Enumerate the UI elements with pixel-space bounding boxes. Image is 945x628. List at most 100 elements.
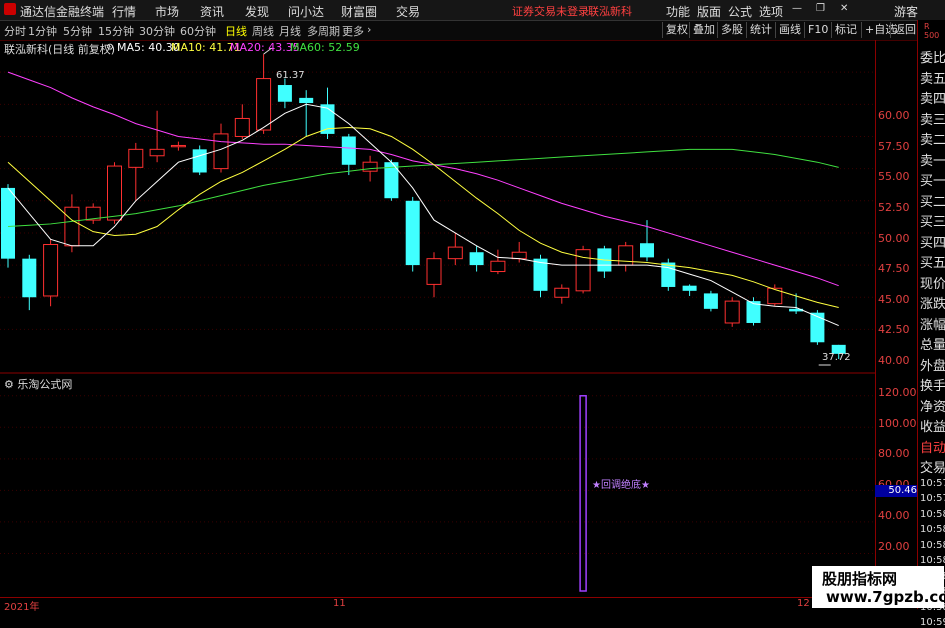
tab-1min[interactable]: 1分钟: [28, 23, 57, 39]
minimize-icon[interactable]: —: [792, 3, 802, 14]
date-axis: 2021年 11 12: [0, 597, 875, 613]
side-panel-label: 10:59: [920, 617, 945, 628]
grid-lines: [0, 71, 875, 554]
multi-stock-button[interactable]: 多股: [717, 22, 743, 38]
side-panel-label: 换手: [920, 379, 945, 394]
side-panel-label: 卖三: [920, 112, 945, 128]
price-tick: 57.50: [878, 140, 910, 153]
tab-monthly[interactable]: 月线: [279, 23, 301, 39]
side-panel-label: 10:58: [920, 508, 945, 520]
candle-body-down: [682, 285, 697, 291]
ma5-line: [7, 103, 839, 327]
sub-tick: 20.00: [878, 540, 910, 553]
side-panel-label: 买三: [920, 215, 945, 230]
menu-item-news[interactable]: 资讯: [200, 3, 224, 20]
tab-30min[interactable]: 30分钟: [139, 23, 175, 39]
mark-button[interactable]: 标记: [831, 22, 857, 38]
candle-body-up: [362, 161, 378, 172]
overlay-button[interactable]: 叠加: [689, 22, 715, 38]
candle-body-up: [64, 206, 80, 247]
candle-body-up: [724, 300, 740, 324]
candle-body-down: [22, 258, 37, 298]
guest-label[interactable]: 游客: [894, 3, 918, 20]
kline-chart[interactable]: 61.37 37.72 ★回调绝底★: [0, 40, 875, 600]
side-panel-label: 卖二: [920, 133, 945, 148]
watermark-url: www.7gpzb.com: [826, 588, 945, 606]
candle-body-down: [192, 149, 207, 173]
candle-body-down: [703, 293, 718, 309]
menu-item-options[interactable]: 选项: [759, 3, 783, 20]
side-panel-label: 买二: [920, 194, 945, 210]
restore-icon[interactable]: ❐: [816, 3, 825, 14]
sub-indicator-layer: [579, 395, 587, 592]
menu-item-market[interactable]: 市场: [155, 3, 179, 20]
side-panel-label: 10:58: [920, 524, 945, 535]
side-panel-label: 涨幅: [920, 317, 945, 333]
signal-label: ★回调绝底★: [592, 478, 650, 491]
candle-body-down: [469, 252, 484, 266]
menu-item-hq[interactable]: 行情: [112, 3, 136, 20]
login-warning[interactable]: 证券交易未登录: [512, 3, 589, 19]
settings-gear-icon[interactable]: ⚙: [4, 378, 14, 391]
signal-bar: [579, 395, 587, 592]
menu-item-discover[interactable]: 发现: [245, 3, 269, 20]
menu-bar: 通达信金融终端 行情 市场 资讯 发现 问小达 财富圈 交易 证券交易未登录 联…: [0, 0, 945, 21]
side-panel-label: 买四: [920, 235, 945, 251]
price-tick: 50.00: [878, 232, 910, 245]
statistics-button[interactable]: 统计: [746, 22, 772, 38]
sub-indicator-name: 乐淘公式网: [17, 378, 73, 391]
candle-body-down: [277, 85, 292, 102]
date-label: 12: [797, 598, 810, 609]
side-panel-label: 涨跌: [920, 297, 945, 312]
close-icon[interactable]: ✕: [840, 3, 848, 14]
candle-body-up: [43, 244, 59, 297]
draw-line-button[interactable]: 画线: [775, 22, 801, 38]
side-panel-label: 自动: [920, 440, 945, 456]
menu-item-function[interactable]: 功能: [666, 3, 690, 20]
side-panel-label: 现价: [920, 276, 945, 292]
tab-more[interactable]: 更多: [342, 23, 364, 39]
menu-item-assistant[interactable]: 问小达: [288, 3, 324, 20]
sub-current-value: 50.46: [875, 485, 917, 497]
fuquan-button[interactable]: 复权: [662, 22, 688, 38]
tab-daily[interactable]: 日线: [225, 23, 247, 39]
tab-multi-period[interactable]: 多周期: [307, 23, 340, 39]
side-panel-label: 外盘: [920, 358, 945, 374]
candle-body-up: [426, 258, 442, 285]
side-panel-label: 交易: [920, 461, 945, 476]
side-panel-label: 买一: [920, 174, 945, 189]
price-tick: 55.00: [878, 170, 910, 183]
tab-60min[interactable]: 60分钟: [180, 23, 216, 39]
sub-tick: 80.00: [878, 447, 910, 460]
watermark-logo: 股朋指标网 www.7gpzb.com: [812, 566, 945, 608]
price-tick: 60.00: [878, 109, 910, 122]
menu-item-layout[interactable]: 版面: [697, 3, 721, 20]
tab-15min[interactable]: 15分钟: [98, 23, 134, 39]
price-tick: 40.00: [878, 354, 910, 367]
back-button[interactable]: 返回: [890, 22, 916, 38]
date-label: 11: [333, 598, 346, 609]
tab-intraday[interactable]: 分时: [4, 23, 26, 39]
tab-5min[interactable]: 5分钟: [63, 23, 92, 39]
side-panel-label: 买五: [920, 256, 945, 271]
side-panel-label: 卖四: [920, 92, 945, 107]
f10-button[interactable]: F10: [804, 22, 828, 38]
price-tick: 47.50: [878, 262, 910, 275]
candles-layer: [1, 54, 846, 359]
quote-side-panel: R 500 委比 卖五 卖四 卖三 卖二 卖一 买一 买二 买三 买四 买五 现价 涨跌 涨幅 总量 外盘 换手…: [917, 20, 945, 628]
side-panel-label: 总量: [920, 338, 945, 353]
chevron-right-icon[interactable]: ›: [367, 23, 371, 36]
side-panel-label: 10:58: [920, 555, 945, 566]
menu-item-wealth[interactable]: 财富圈: [341, 3, 377, 20]
menu-item-formula[interactable]: 公式: [728, 3, 752, 20]
watermark-title: 股朋指标网: [822, 570, 898, 588]
side-panel-label: 10:58: [920, 539, 945, 551]
side-panel-label: 卖五: [920, 71, 945, 87]
tab-weekly[interactable]: 周线: [252, 23, 274, 39]
price-tick: 52.50: [878, 201, 910, 214]
menu-item-trade[interactable]: 交易: [396, 3, 420, 20]
candle-body-up: [234, 117, 250, 137]
candle-body-up: [490, 260, 506, 273]
candle-body-up: [128, 148, 144, 168]
date-label: 2021年: [4, 602, 40, 613]
